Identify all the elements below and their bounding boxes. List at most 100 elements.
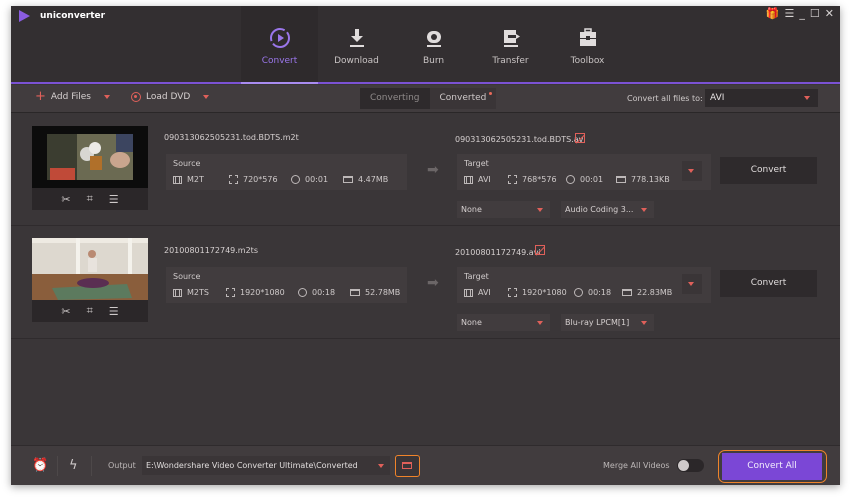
target-duration: 00:18 (574, 288, 622, 297)
format-value: AVI (478, 175, 491, 184)
effects-icon[interactable]: ☰ (109, 193, 119, 206)
tab-converted[interactable]: Converted (429, 88, 497, 109)
schedule-alarm-icon[interactable]: ⏰ (32, 458, 48, 473)
minimize-icon[interactable]: _ (799, 8, 805, 20)
folder-icon (622, 289, 632, 296)
close-icon[interactable]: ✕ (825, 8, 834, 20)
source-size: 4.47MB (343, 175, 388, 184)
audio-value: Audio Coding 3... (565, 205, 634, 214)
tab-converting[interactable]: Converting (360, 88, 430, 109)
source-details: M2T 720*576 00:01 4.47MB (173, 175, 388, 184)
clock-icon (574, 288, 583, 297)
open-output-folder-button[interactable] (395, 455, 420, 477)
toolbox-icon (576, 26, 600, 50)
nav-transfer[interactable]: Transfer (472, 6, 549, 82)
add-files-button[interactable]: + Add Files (35, 90, 110, 103)
resolution-icon (229, 175, 238, 184)
thumbnail-tools: ✂ ⌗ ☰ (32, 300, 148, 322)
source-details: M2TS 1920*1080 00:18 52.78MB (173, 288, 400, 297)
size-value: 4.47MB (358, 175, 389, 184)
output-format-select[interactable]: AVI (705, 89, 818, 107)
target-info: Target AVI 1920*1080 00:18 22.83MB (457, 267, 711, 303)
format-value: M2T (187, 175, 204, 184)
divider (57, 456, 58, 476)
source-info: Source M2TS 1920*1080 00:18 52.78MB (166, 267, 407, 303)
merge-all-toggle[interactable] (677, 459, 704, 472)
effects-icon[interactable]: ☰ (109, 305, 119, 318)
chevron-down-icon[interactable] (203, 95, 210, 99)
arrow-right-icon: ➡ (427, 275, 439, 291)
nav-label: Download (334, 56, 379, 66)
divider (91, 456, 92, 476)
subtitle-select[interactable]: None (457, 201, 550, 218)
toolbar: + Add Files Load DVD Converting Converte… (11, 85, 840, 113)
app-title: uniconverter (40, 11, 106, 21)
source-filename: 20100801172749.m2ts (164, 246, 258, 255)
chevron-down-icon (688, 169, 694, 173)
nav-burn[interactable]: Burn (395, 6, 472, 82)
target-resolution: 768*576 (508, 175, 566, 184)
clock-icon (566, 175, 575, 184)
video-thumbnail[interactable]: ✂ ⌗ ☰ (32, 238, 148, 322)
menu-icon[interactable]: ☰ (785, 8, 795, 20)
main-nav: Convert Download Burn Transfer Toolbox (241, 6, 626, 82)
nav-download[interactable]: Download (318, 6, 395, 82)
thumbnail-tools: ✂ ⌗ ☰ (32, 188, 148, 210)
chevron-down-icon (688, 282, 694, 286)
video-thumbnail[interactable]: ✂ ⌗ ☰ (32, 126, 148, 210)
chevron-down-icon (641, 208, 647, 212)
nav-toolbox[interactable]: Toolbox (549, 6, 626, 82)
subtitle-value: None (461, 205, 482, 214)
file-row: ✂ ⌗ ☰ 20100801172749.m2ts Source M2TS 19… (11, 227, 840, 339)
target-size: 22.83MB (622, 288, 672, 297)
convert-all-highlight: Convert All (718, 450, 827, 483)
gift-icon[interactable]: 🎁 (766, 8, 780, 20)
clock-icon (291, 175, 300, 184)
output-path-select[interactable]: E:\Wondershare Video Converter Ultimate\… (142, 456, 390, 475)
resolution-icon (226, 288, 235, 297)
toggle-knob (678, 460, 689, 471)
app-window: uniconverter Convert Download Burn Trans… (11, 6, 840, 485)
subtitle-select[interactable]: None (457, 314, 550, 331)
nav-active-indicator (241, 82, 318, 84)
disc-icon (131, 92, 141, 102)
scissors-icon[interactable]: ✂ (61, 305, 70, 318)
edit-icon[interactable] (575, 133, 585, 143)
add-files-label: Add Files (50, 92, 91, 102)
output-label: Output (108, 461, 136, 470)
merge-all-label: Merge All Videos (603, 461, 670, 470)
source-format: M2TS (173, 288, 226, 297)
maximize-icon[interactable]: ☐ (810, 8, 820, 20)
edit-icon[interactable] (535, 245, 545, 255)
target-format: AVI (464, 288, 508, 297)
speed-lightning-icon[interactable]: ϟ (69, 458, 78, 473)
target-format-dropdown[interactable] (682, 274, 702, 294)
duration-value: 00:01 (305, 175, 329, 184)
size-value: 778.13KB (631, 175, 670, 184)
resolution-icon (508, 288, 517, 297)
nav-label: Convert (261, 56, 298, 66)
source-filename: 090313062505231.tod.BDTS.m2t (164, 133, 299, 142)
film-icon (173, 175, 182, 184)
crop-icon[interactable]: ⌗ (87, 304, 93, 318)
source-resolution: 1920*1080 (226, 288, 298, 297)
load-dvd-button[interactable]: Load DVD (131, 92, 210, 102)
target-filename: 090313062505231.tod.BDTS.avi (455, 135, 586, 144)
footer-bar: ⏰ ϟ Output E:\Wondershare Video Converte… (11, 445, 840, 485)
convert-button[interactable]: Convert (720, 270, 817, 297)
audio-select[interactable]: Blu-ray LPCM[1] (561, 314, 654, 331)
source-duration: 00:18 (298, 288, 350, 297)
nav-convert[interactable]: Convert (241, 6, 318, 82)
chevron-down-icon[interactable] (103, 95, 110, 99)
scissors-icon[interactable]: ✂ (61, 193, 70, 206)
window-controls: 🎁 ☰ _ ☐ ✕ (766, 8, 834, 20)
film-icon (464, 175, 473, 184)
target-info: Target AVI 768*576 00:01 778.13KB (457, 154, 711, 190)
audio-select[interactable]: Audio Coding 3... (561, 201, 654, 218)
burn-icon (422, 26, 446, 50)
source-caption: Source (173, 272, 201, 281)
target-format-dropdown[interactable] (682, 161, 702, 181)
convert-button[interactable]: Convert (720, 157, 817, 184)
crop-icon[interactable]: ⌗ (87, 192, 93, 206)
convert-all-button[interactable]: Convert All (722, 453, 822, 480)
